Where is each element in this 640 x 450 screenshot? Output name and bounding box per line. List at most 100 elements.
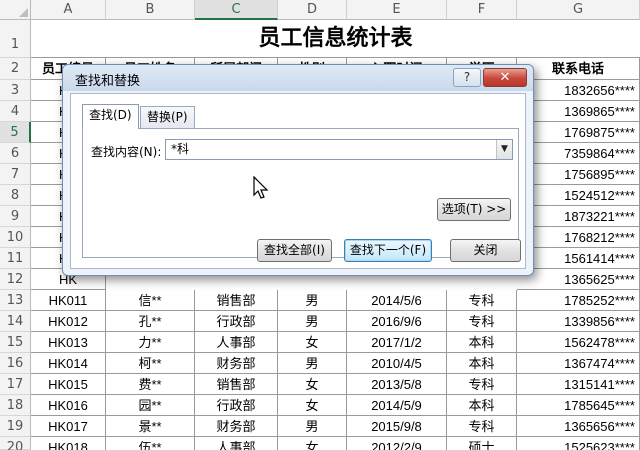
cell-gender[interactable]: 男: [278, 416, 347, 437]
header-cell-phone[interactable]: 联系电话: [517, 58, 640, 80]
cell-edu[interactable]: 本科: [447, 332, 517, 353]
cell-edu[interactable]: 硕士: [447, 437, 517, 450]
close-button[interactable]: 关闭: [450, 239, 521, 262]
cell-code[interactable]: HK014: [31, 353, 106, 374]
cell-code[interactable]: HK011: [31, 290, 106, 311]
find-what-input[interactable]: *科 ▼: [165, 139, 513, 160]
close-icon[interactable]: ✕: [483, 68, 527, 87]
cell-name[interactable]: 费**: [106, 374, 195, 395]
cell-phone[interactable]: 1369865****: [517, 101, 640, 122]
cell-date[interactable]: 2015/9/8: [347, 416, 447, 437]
row-header-16[interactable]: 16: [0, 353, 31, 374]
row-header-13[interactable]: 13: [0, 290, 31, 311]
cell-date[interactable]: 2013/5/8: [347, 374, 447, 395]
column-header-f[interactable]: F: [447, 0, 517, 20]
cell-date[interactable]: 2016/9/6: [347, 311, 447, 332]
row-header-15[interactable]: 15: [0, 332, 31, 353]
help-button[interactable]: ?: [453, 68, 481, 87]
cell-gender[interactable]: 女: [278, 374, 347, 395]
cell-phone[interactable]: 1524512****: [517, 185, 640, 206]
cell-phone[interactable]: 1756895****: [517, 164, 640, 185]
column-header-a[interactable]: A: [31, 0, 106, 20]
row-header-19[interactable]: 19: [0, 416, 31, 437]
cell-dept[interactable]: 行政部: [195, 311, 278, 332]
row-header-2[interactable]: 2: [0, 58, 31, 80]
cell-dept[interactable]: 人事部: [195, 437, 278, 450]
column-header-d[interactable]: D: [278, 0, 347, 20]
row-header-12[interactable]: 12: [0, 269, 31, 290]
cell-phone[interactable]: 1769875****: [517, 122, 640, 143]
row-header-11[interactable]: 11: [0, 248, 31, 269]
options-button[interactable]: 选项(T) >>: [437, 198, 511, 221]
row-header-3[interactable]: 3: [0, 80, 31, 101]
cell-date[interactable]: 2012/2/9: [347, 437, 447, 450]
column-header-g[interactable]: G: [517, 0, 640, 20]
cell-date[interactable]: 2010/4/5: [347, 353, 447, 374]
row-header-8[interactable]: 8: [0, 185, 31, 206]
cell-dept[interactable]: 销售部: [195, 374, 278, 395]
select-all-corner[interactable]: [0, 0, 31, 20]
cell-phone[interactable]: 1339856****: [517, 311, 640, 332]
row-header-1[interactable]: 1: [0, 20, 31, 58]
cell-name[interactable]: 孔**: [106, 311, 195, 332]
cell-name[interactable]: 信**: [106, 290, 195, 311]
cell-phone[interactable]: 1525623****: [517, 437, 640, 450]
cell-gender[interactable]: 男: [278, 290, 347, 311]
cell-edu[interactable]: 专科: [447, 290, 517, 311]
cell-phone[interactable]: 7359864****: [517, 143, 640, 164]
row-header-9[interactable]: 9: [0, 206, 31, 227]
cell-phone[interactable]: 1785645****: [517, 395, 640, 416]
cell-name[interactable]: 伍**: [106, 437, 195, 450]
row-header-17[interactable]: 17: [0, 374, 31, 395]
cell-name[interactable]: 柯**: [106, 353, 195, 374]
cell-gender[interactable]: 女: [278, 437, 347, 450]
column-header-c[interactable]: C: [195, 0, 278, 20]
cell-name[interactable]: 园**: [106, 395, 195, 416]
cell-dept[interactable]: 财务部: [195, 353, 278, 374]
column-header-b[interactable]: B: [106, 0, 195, 20]
tab-find[interactable]: 查找(D): [82, 104, 139, 129]
cell-code[interactable]: HK013: [31, 332, 106, 353]
cell-edu[interactable]: 专科: [447, 416, 517, 437]
row-header-5[interactable]: 5: [0, 122, 31, 143]
cell-gender[interactable]: 女: [278, 332, 347, 353]
row-header-4[interactable]: 4: [0, 101, 31, 122]
sheet-title[interactable]: 员工信息统计表: [31, 20, 640, 58]
cell-edu[interactable]: 专科: [447, 374, 517, 395]
cell-gender[interactable]: 男: [278, 353, 347, 374]
cell-edu[interactable]: 本科: [447, 395, 517, 416]
cell-phone[interactable]: 1365656****: [517, 416, 640, 437]
row-header-10[interactable]: 10: [0, 227, 31, 248]
cell-dept[interactable]: 财务部: [195, 416, 278, 437]
find-all-button[interactable]: 查找全部(I): [257, 239, 332, 262]
row-header-20[interactable]: 20: [0, 437, 31, 450]
cell-gender[interactable]: 男: [278, 311, 347, 332]
row-header-6[interactable]: 6: [0, 143, 31, 164]
cell-name[interactable]: 景**: [106, 416, 195, 437]
cell-phone[interactable]: 1367474****: [517, 353, 640, 374]
row-header-18[interactable]: 18: [0, 395, 31, 416]
cell-phone[interactable]: 1768212****: [517, 227, 640, 248]
find-next-button[interactable]: 查找下一个(F): [344, 239, 432, 262]
row-header-14[interactable]: 14: [0, 311, 31, 332]
cell-phone[interactable]: 1785252****: [517, 290, 640, 311]
cell-name[interactable]: 力**: [106, 332, 195, 353]
dialog-titlebar[interactable]: 查找和替换 ? ✕: [63, 65, 533, 91]
cell-code[interactable]: HK018: [31, 437, 106, 450]
chevron-down-icon[interactable]: ▼: [496, 140, 512, 159]
cell-dept[interactable]: 人事部: [195, 332, 278, 353]
tab-replace[interactable]: 替换(P): [140, 106, 195, 128]
cell-date[interactable]: 2014/5/6: [347, 290, 447, 311]
cell-phone[interactable]: 1873221****: [517, 206, 640, 227]
cell-date[interactable]: 2014/5/9: [347, 395, 447, 416]
cell-dept[interactable]: 销售部: [195, 290, 278, 311]
cell-gender[interactable]: 女: [278, 395, 347, 416]
cell-date[interactable]: 2017/1/2: [347, 332, 447, 353]
cell-code[interactable]: HK015: [31, 374, 106, 395]
cell-phone[interactable]: 1832656****: [517, 80, 640, 101]
cell-phone[interactable]: 1365625****: [517, 269, 640, 290]
cell-dept[interactable]: 行政部: [195, 395, 278, 416]
cell-phone[interactable]: 1562478****: [517, 332, 640, 353]
cell-edu[interactable]: 专科: [447, 311, 517, 332]
cell-edu[interactable]: 本科: [447, 353, 517, 374]
